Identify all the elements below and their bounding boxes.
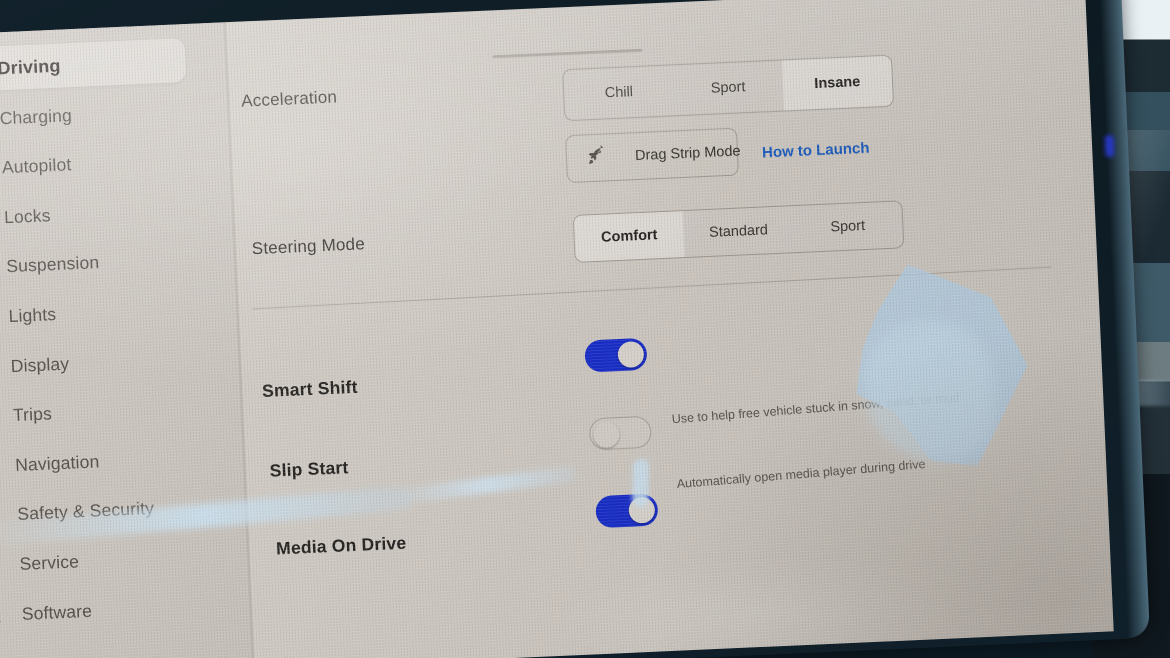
- sidebar-item-label: Display: [10, 353, 70, 376]
- acceleration-option-chill[interactable]: Chill: [563, 65, 674, 120]
- slip-start-label: Slip Start: [269, 457, 349, 481]
- alert-circle-icon: [0, 503, 4, 528]
- acceleration-label: Acceleration: [240, 87, 338, 111]
- slip-start-toggle[interactable]: [588, 415, 653, 451]
- touchscreen-device: Driving Charging Autopilot Locks Suspens…: [0, 0, 1150, 658]
- slip-start-hint: Use to help free vehicle stuck in snow, …: [671, 390, 960, 427]
- sidebar-item-driving[interactable]: Driving: [0, 38, 187, 92]
- sidebar-item-display[interactable]: Display: [0, 335, 228, 390]
- steering-mode-segmented-control[interactable]: Comfort Standard Sport: [572, 200, 905, 263]
- sidebar-item-charging[interactable]: Charging: [0, 87, 217, 142]
- bezel-led-reflection: [1104, 134, 1115, 158]
- sidebar-item-lights[interactable]: Lights: [0, 285, 225, 340]
- sidebar-item-label: Locks: [3, 204, 52, 227]
- acceleration-option-sport[interactable]: Sport: [672, 61, 783, 116]
- wrench-icon: [0, 553, 6, 578]
- sidebar-item-label: Navigation: [14, 450, 100, 475]
- drag-strip-mode-label: Drag Strip Mode: [634, 143, 741, 165]
- sidebar-item-service[interactable]: Service: [0, 532, 236, 587]
- software-icon: [0, 603, 8, 628]
- panel-drag-handle[interactable]: [492, 48, 643, 59]
- sidebar-item-locks[interactable]: Locks: [0, 186, 221, 241]
- navigation-arrow-icon: [0, 454, 2, 479]
- driving-settings-panel: Acceleration Chill Sport Insane Drag Str…: [226, 0, 1114, 658]
- sidebar-item-label: Safety & Security: [16, 497, 155, 524]
- steering-option-sport[interactable]: Sport: [792, 201, 903, 252]
- sidebar-item-label: Lights: [8, 303, 57, 326]
- drag-strip-mode-button[interactable]: Drag Strip Mode: [565, 127, 741, 184]
- toggle-knob: [592, 421, 620, 449]
- sidebar-item-navigation[interactable]: Navigation: [0, 433, 232, 488]
- steering-mode-label: Steering Mode: [251, 234, 366, 259]
- smart-shift-label: Smart Shift: [261, 376, 359, 401]
- sidebar-item-label: Suspension: [5, 251, 100, 276]
- sidebar-item-safety-security[interactable]: Safety & Security: [0, 482, 234, 537]
- acceleration-segmented-control[interactable]: Chill Sport Insane: [562, 54, 895, 122]
- sidebar-item-suspension[interactable]: Suspension: [0, 235, 223, 290]
- acceleration-option-insane[interactable]: Insane: [781, 55, 894, 111]
- smart-shift-toggle[interactable]: [584, 337, 648, 373]
- toggle-knob: [628, 496, 656, 524]
- media-on-drive-hint: Automatically open media player during d…: [676, 456, 926, 492]
- rocket-icon: [585, 144, 608, 171]
- steering-option-comfort[interactable]: Comfort: [573, 211, 685, 262]
- media-on-drive-toggle[interactable]: [595, 493, 659, 529]
- sidebar-item-software[interactable]: Software: [0, 582, 239, 637]
- sidebar-item-autopilot[interactable]: Autopilot: [0, 136, 219, 191]
- sidebar-item-label: Trips: [12, 402, 53, 425]
- settings-screen: Driving Charging Autopilot Locks Suspens…: [0, 0, 1114, 658]
- sidebar-item-label: Software: [21, 600, 93, 624]
- section-divider: [252, 266, 1052, 310]
- sidebar-item-trips[interactable]: Trips: [0, 383, 230, 438]
- sidebar-item-label: Driving: [0, 55, 61, 78]
- sidebar-item-label: Autopilot: [1, 153, 72, 177]
- media-on-drive-label: Media On Drive: [275, 532, 407, 559]
- settings-sidebar[interactable]: Driving Charging Autopilot Locks Suspens…: [0, 22, 253, 658]
- how-to-launch-link[interactable]: How to Launch: [762, 140, 870, 162]
- sidebar-item-label: Charging: [0, 104, 73, 128]
- steering-option-standard[interactable]: Standard: [683, 206, 794, 257]
- toggle-knob: [617, 340, 645, 369]
- sidebar-item-label: Service: [19, 550, 80, 574]
